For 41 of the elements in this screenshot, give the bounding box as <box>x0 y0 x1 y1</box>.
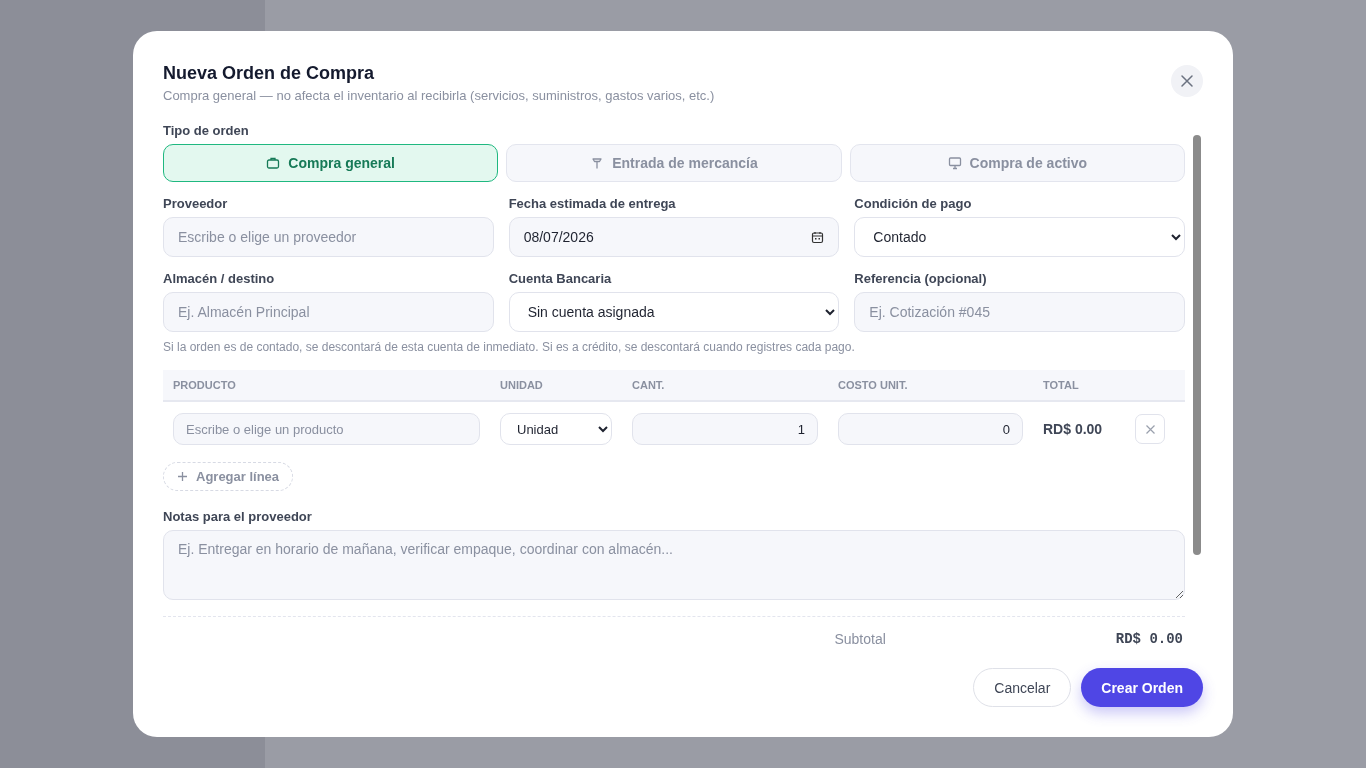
column-header: PRODUCTO <box>173 379 237 391</box>
field-label: Referencia (opcional) <box>854 271 988 286</box>
subtotal-value: RD$ 0.00 <box>1115 631 1183 645</box>
column-header: CANT. <box>632 379 666 391</box>
field-label: Notas para el proveedor <box>163 509 313 524</box>
briefcase-icon <box>266 156 281 170</box>
dropdown-field[interactable]: Contado <box>854 217 1185 257</box>
input-field[interactable]: Escribe o elige un proveedor <box>163 217 494 257</box>
field-label: Tipo de orden <box>163 123 250 138</box>
dialog-subtitle: Compra general — no afecta el inventario al recibirla (servicios, suministros, gastos varios, etc.) <box>163 88 715 103</box>
close-icon <box>1180 74 1194 88</box>
column-header: COSTO UNIT. <box>838 379 909 391</box>
cancel-button[interactable]: Cancelar <box>973 668 1072 707</box>
input-field[interactable]: Ej. Almacén Principal <box>163 292 494 332</box>
close-icon <box>1144 423 1156 435</box>
monitor-icon <box>947 156 962 170</box>
remove-line-button[interactable] <box>1135 414 1165 444</box>
notes-field[interactable]: Ej. Entregar en horario de mañana, verificar empaque, coordinar con almacén... <box>163 530 1185 600</box>
field-label: Cuenta Bancaria <box>508 271 613 286</box>
field-label: Condición de pago <box>854 196 973 211</box>
hint-text: Si la orden es de contado, se descontará de esta cuenta de inmediato. Si es a crédito, se descontará cuando registres cada pago. <box>163 340 856 354</box>
unit-dropdown[interactable]: Unidad <box>500 413 612 445</box>
close-button[interactable] <box>1171 65 1203 97</box>
unit-cost-field[interactable]: 0 <box>838 413 1023 445</box>
dropdown-field[interactable]: Sin cuenta asignada <box>508 292 840 332</box>
plus-icon <box>177 471 188 482</box>
column-header: UNIDAD <box>500 379 544 391</box>
field-label: Almacén / destino <box>163 271 276 286</box>
column-header: TOTAL <box>1043 379 1080 391</box>
subtotal-label: Subtotal <box>834 631 886 645</box>
line-total: RD$ 0.00 <box>1043 421 1104 437</box>
quantity-field[interactable]: 1 <box>632 413 818 445</box>
order-type-tab[interactable]: Compra general <box>163 144 499 182</box>
product-field[interactable]: Escribe o elige un producto <box>173 413 480 445</box>
date-field[interactable]: 08/07/2026 <box>508 217 840 257</box>
create-button[interactable]: Crear Orden <box>1081 668 1203 707</box>
calendar-icon <box>811 230 825 244</box>
field-label: Fecha estimada de entrega <box>508 196 677 211</box>
input-field[interactable]: Ej. Cotización #045 <box>854 292 1185 332</box>
dialog-title: Nueva Orden de Compra <box>163 63 376 84</box>
field-label: Proveedor <box>163 196 229 211</box>
